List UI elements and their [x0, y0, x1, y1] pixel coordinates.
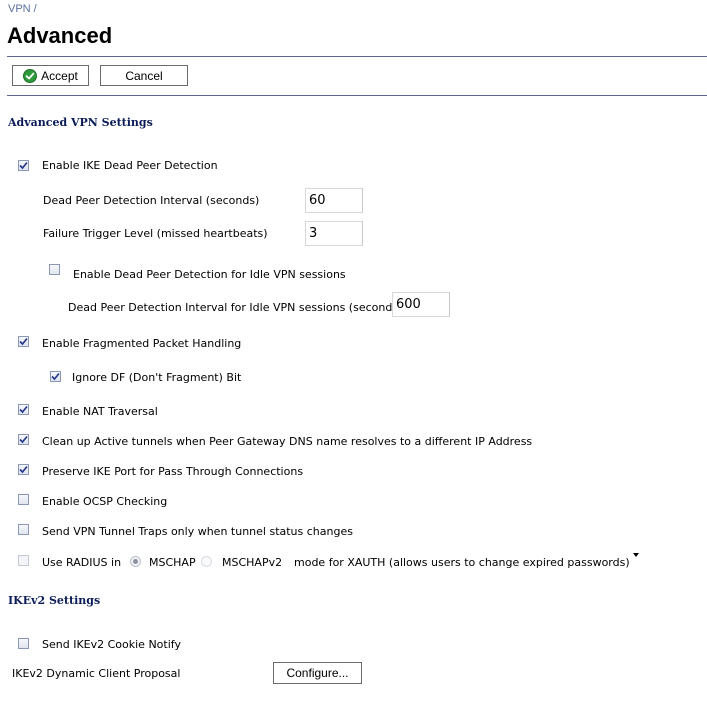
check-icon: [19, 161, 28, 170]
ikev2-proposal-label: IKEv2 Dynamic Client Proposal: [12, 667, 181, 680]
mschap-label: MSCHAP: [149, 556, 196, 569]
check-icon: [19, 405, 28, 414]
ignore-df-checkbox[interactable]: [50, 371, 61, 382]
dpd-idle-checkbox[interactable]: [49, 264, 60, 275]
configure-button[interactable]: Configure...: [273, 662, 362, 684]
fragmented-checkbox[interactable]: [18, 336, 29, 347]
nat-traversal-checkbox[interactable]: [18, 404, 29, 415]
cancel-button[interactable]: Cancel: [100, 65, 188, 86]
page-title: Advanced: [7, 23, 113, 48]
ignore-df-label: Ignore DF (Don't Fragment) Bit: [72, 371, 242, 384]
failure-trigger-label: Failure Trigger Level (missed heartbeats…: [43, 227, 268, 240]
dpd-idle-interval-input[interactable]: [392, 292, 450, 317]
preserve-ike-label: Preserve IKE Port for Pass Through Conne…: [42, 465, 304, 478]
dpd-idle-label: Enable Dead Peer Detection for Idle VPN …: [73, 268, 346, 281]
ikev2-cookie-label: Send IKEv2 Cookie Notify: [42, 638, 181, 651]
ocsp-label: Enable OCSP Checking: [42, 495, 168, 508]
check-icon: [51, 372, 60, 381]
section-title-advanced-vpn: Advanced VPN Settings: [8, 116, 153, 129]
tunnel-traps-label: Send VPN Tunnel Traps only when tunnel s…: [42, 525, 353, 538]
section-title-ikev2: IKEv2 Settings: [8, 594, 101, 607]
radius-label-prefix: Use RADIUS in: [42, 556, 122, 569]
check-circle-icon: [23, 68, 38, 83]
nat-traversal-label: Enable NAT Traversal: [42, 405, 158, 418]
failure-trigger-input[interactable]: [305, 221, 363, 246]
dpd-interval-input[interactable]: [305, 188, 363, 213]
mschapv2-label: MSCHAPv2: [222, 556, 283, 569]
ikev2-cookie-checkbox[interactable]: [18, 638, 29, 649]
cleanup-tunnels-label: Clean up Active tunnels when Peer Gatewa…: [42, 435, 533, 448]
breadcrumb[interactable]: VPN /: [8, 3, 37, 15]
ocsp-checkbox[interactable]: [18, 494, 29, 505]
dpd-idle-interval-label: Dead Peer Detection Interval for Idle VP…: [68, 301, 403, 314]
cancel-button-label: Cancel: [125, 68, 163, 83]
check-icon: [19, 435, 28, 444]
toolbar-divider: [7, 95, 707, 96]
fragmented-label: Enable Fragmented Packet Handling: [42, 337, 242, 350]
ike-dpd-label: Enable IKE Dead Peer Detection: [42, 159, 218, 172]
cursor-mark-icon: [633, 553, 639, 557]
title-divider: [7, 56, 707, 57]
dpd-interval-label: Dead Peer Detection Interval (seconds): [43, 194, 260, 207]
radius-label-suffix: mode for XAUTH (allows users to change e…: [294, 556, 630, 569]
tunnel-traps-checkbox[interactable]: [18, 524, 29, 535]
check-icon: [19, 465, 28, 474]
mschap-radio[interactable]: [130, 556, 141, 567]
ike-dpd-checkbox[interactable]: [18, 160, 29, 171]
cleanup-tunnels-checkbox[interactable]: [18, 434, 29, 445]
accept-button[interactable]: Accept: [12, 65, 89, 86]
radius-checkbox[interactable]: [18, 555, 29, 566]
accept-button-label: Accept: [41, 68, 78, 83]
configure-button-label: Configure...: [286, 666, 349, 680]
check-icon: [19, 337, 28, 346]
preserve-ike-checkbox[interactable]: [18, 464, 29, 475]
mschapv2-radio[interactable]: [201, 556, 212, 567]
